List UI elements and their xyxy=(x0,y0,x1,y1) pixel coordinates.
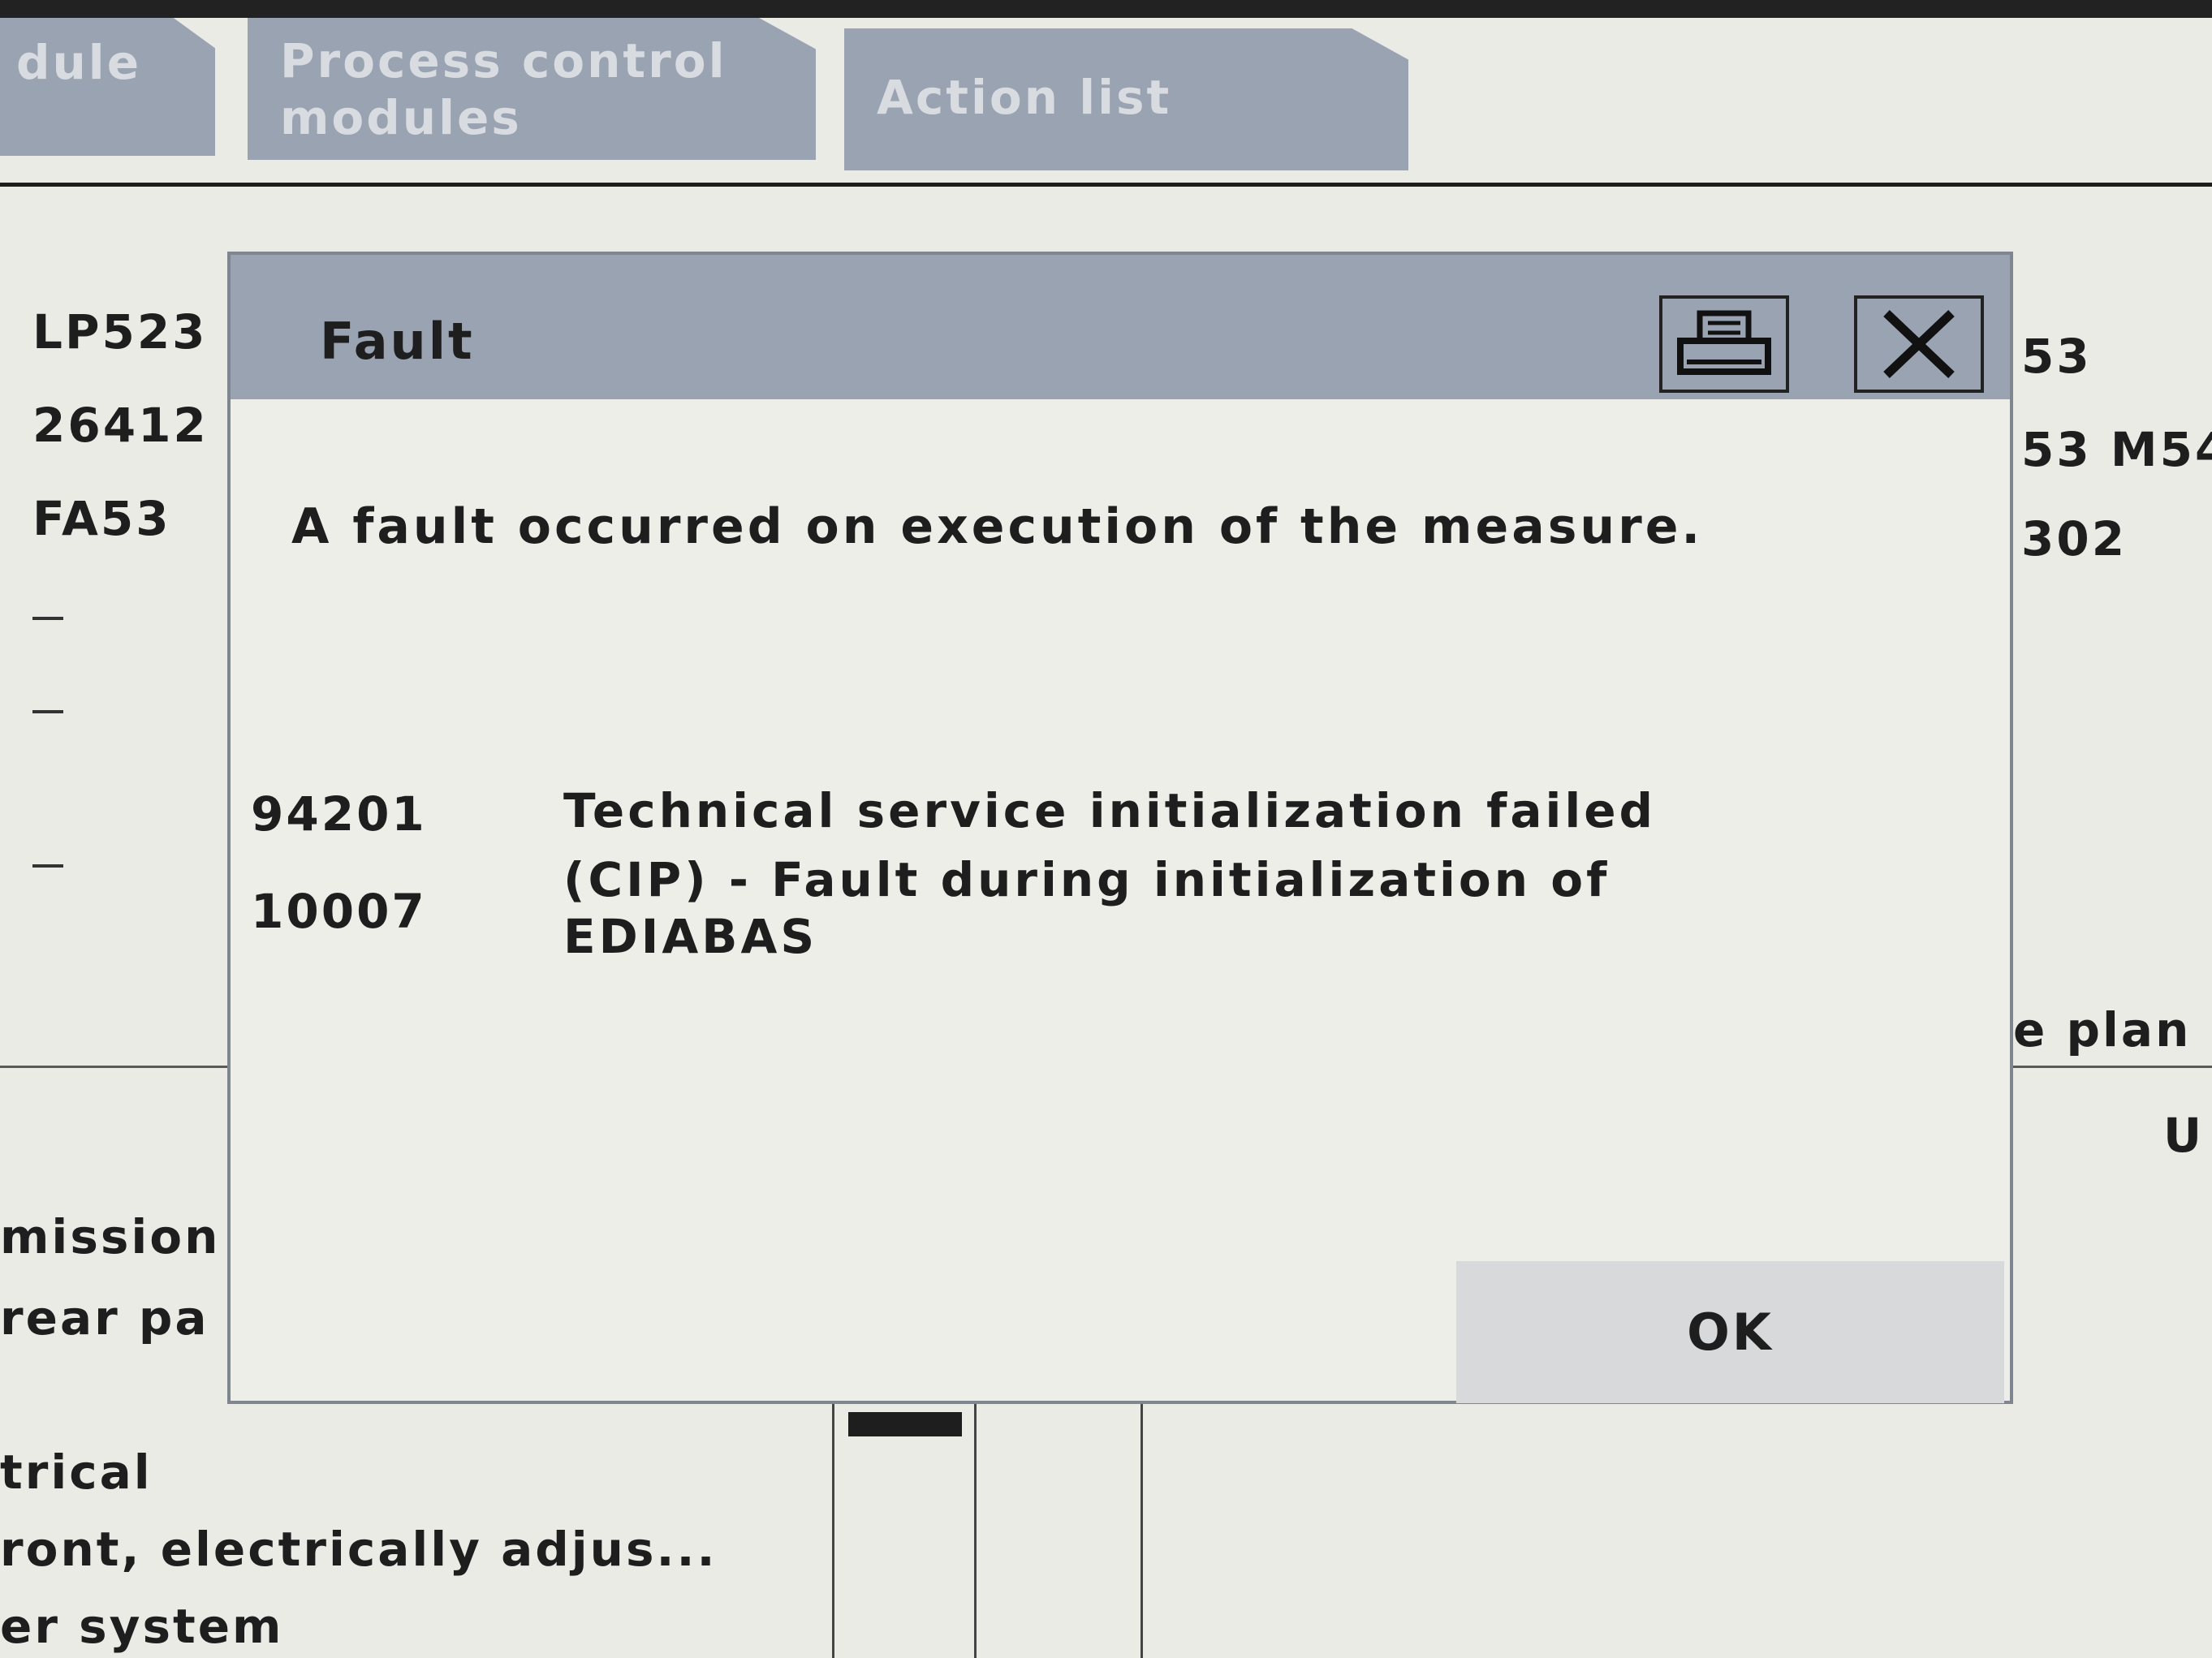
empty-value-dash xyxy=(32,710,63,713)
table-column-divider xyxy=(1140,1404,1143,1658)
fault-code: 94201 xyxy=(251,786,427,842)
column-header-fragment: U xyxy=(2163,1108,2205,1163)
tab-label: dule xyxy=(16,35,142,90)
vehicle-info-value: 302 xyxy=(2021,511,2128,566)
list-item[interactable]: rear pa xyxy=(0,1290,209,1346)
list-item[interactable]: mission xyxy=(0,1209,220,1264)
vehicle-info-value: 26412 xyxy=(32,398,209,453)
tab-label: Action list xyxy=(877,70,1172,125)
print-button[interactable] xyxy=(1659,295,1789,393)
printer-icon xyxy=(1677,310,1771,375)
section-divider xyxy=(2013,1066,2212,1068)
table-column-divider xyxy=(832,1404,834,1658)
empty-value-dash xyxy=(32,617,63,620)
dialog-title: Fault xyxy=(320,312,475,371)
tab-action-list[interactable]: Action list xyxy=(844,28,1408,170)
list-item[interactable]: ront, electrically adjus... xyxy=(0,1522,718,1577)
vehicle-info-value: FA53 xyxy=(32,491,171,546)
vehicle-info-value: LP523 xyxy=(32,304,208,360)
service-plan-label: e plan xyxy=(2013,1002,2192,1057)
fault-dialog: Fault A fault occurred on execution of t… xyxy=(227,252,2013,1404)
list-item[interactable]: er system xyxy=(0,1599,283,1654)
fault-code: 10007 xyxy=(251,884,427,939)
tab-control-module[interactable]: dule xyxy=(0,18,215,156)
fault-description: Technical service initialization failed xyxy=(563,783,1657,838)
fault-description: (CIP) - Fault during initialization of E… xyxy=(563,852,1610,964)
close-icon xyxy=(1883,310,1955,378)
vehicle-info-value: 53 xyxy=(2021,329,2092,384)
tab-divider xyxy=(0,183,2212,187)
table-column-divider xyxy=(974,1404,977,1658)
list-item[interactable]: trical xyxy=(0,1445,153,1500)
status-indicator xyxy=(848,1412,962,1436)
ok-button[interactable]: OK xyxy=(1456,1261,2004,1403)
tab-label: Process control modules xyxy=(280,33,727,145)
section-divider xyxy=(0,1066,227,1068)
close-button[interactable] xyxy=(1854,295,1984,393)
fault-message: A fault occurred on execution of the mea… xyxy=(291,498,1704,555)
dialog-header: Fault xyxy=(231,255,2010,399)
vehicle-info-value: 53 M54 xyxy=(2021,422,2212,477)
empty-value-dash xyxy=(32,864,63,868)
tab-process-control-modules[interactable]: Process control modules xyxy=(248,18,816,160)
top-bar xyxy=(0,0,2212,18)
